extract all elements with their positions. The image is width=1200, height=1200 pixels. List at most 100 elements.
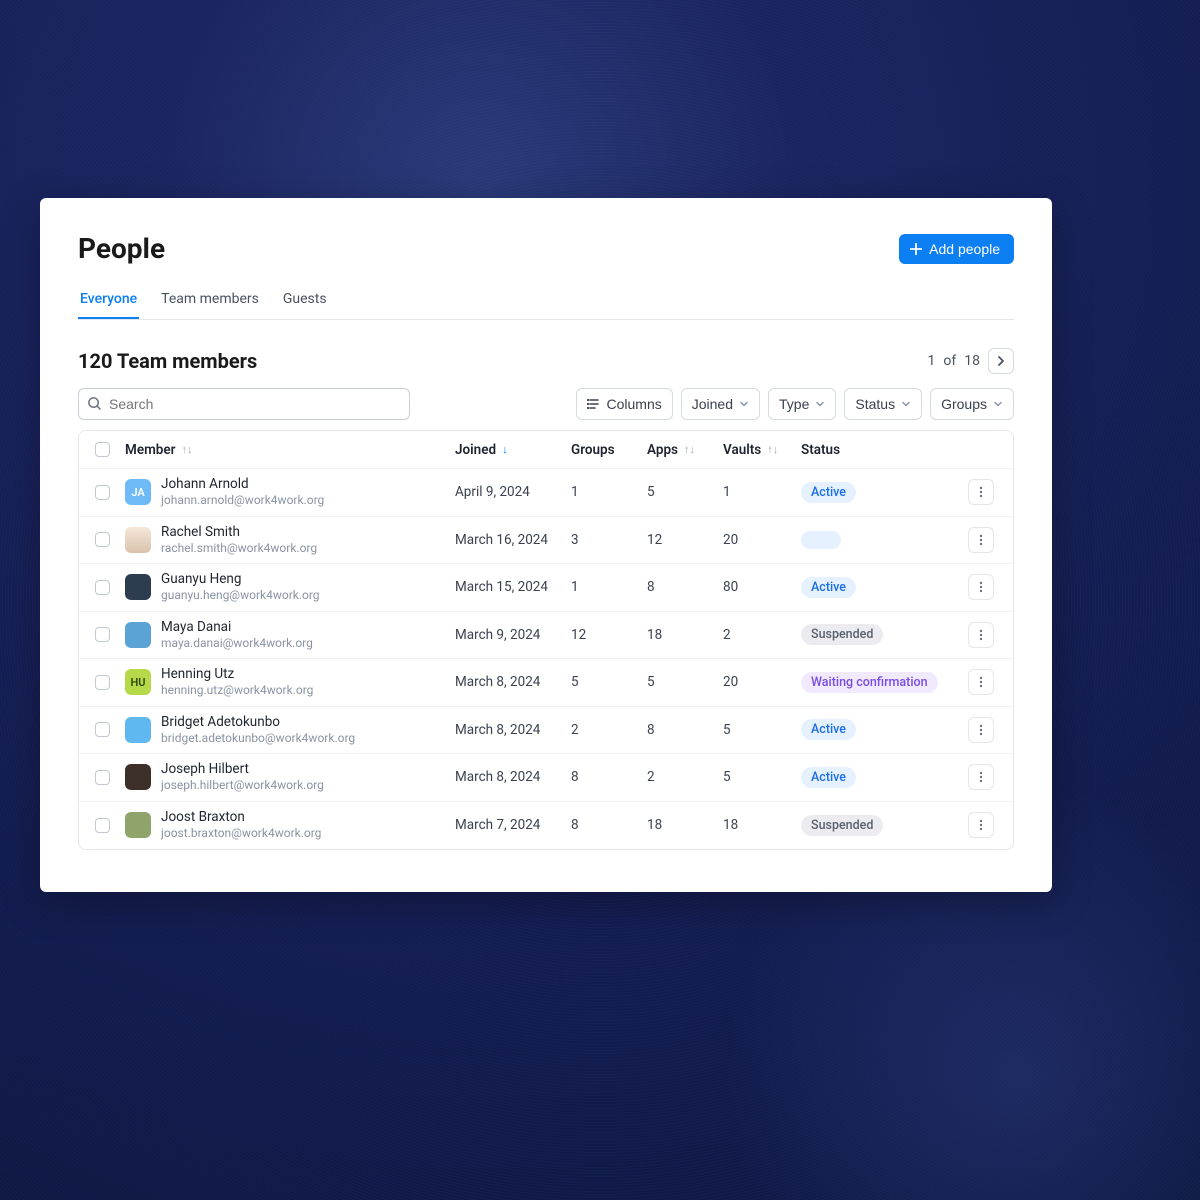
table-row: Rachel Smithrachel.smith@work4work.orgMa…	[79, 517, 1013, 565]
member-email: joost.braxton@work4work.org	[161, 826, 321, 841]
status-badge: Active	[801, 767, 856, 788]
status-badge: Suspended	[801, 815, 883, 836]
row-actions-button[interactable]	[968, 527, 994, 553]
row-checkbox[interactable]	[95, 580, 110, 595]
sort-both-icon: ↑↓	[684, 443, 695, 456]
member-name: Johann Arnold	[161, 476, 324, 493]
chevron-down-icon	[993, 399, 1003, 409]
joined-filter-label: Joined	[692, 396, 733, 412]
groups-value: 1	[571, 484, 647, 500]
kebab-icon	[974, 533, 988, 547]
type-filter[interactable]: Type	[768, 388, 836, 420]
status-filter[interactable]: Status	[844, 388, 922, 420]
avatar: JA	[125, 479, 151, 505]
col-joined[interactable]: Joined↓	[455, 442, 571, 458]
row-checkbox[interactable]	[95, 675, 110, 690]
vaults-value: 1	[723, 484, 801, 500]
search-icon	[87, 396, 102, 411]
col-apps[interactable]: Apps↑↓	[647, 442, 723, 458]
avatar	[125, 574, 151, 600]
search-input[interactable]	[78, 388, 410, 420]
kebab-icon	[974, 723, 988, 737]
vaults-value: 5	[723, 722, 801, 738]
type-filter-label: Type	[779, 396, 809, 412]
row-checkbox[interactable]	[95, 818, 110, 833]
status-badge: Active	[801, 719, 856, 740]
add-people-label: Add people	[929, 241, 1000, 257]
groups-filter[interactable]: Groups	[930, 388, 1014, 420]
row-actions-button[interactable]	[968, 622, 994, 648]
member-name: Henning Utz	[161, 666, 313, 683]
apps-value: 2	[647, 769, 723, 785]
sort-both-icon: ↑↓	[767, 443, 778, 456]
table-row: Maya Danaimaya.danai@work4work.orgMarch …	[79, 612, 1013, 660]
plus-icon	[909, 242, 923, 256]
columns-icon	[587, 397, 601, 411]
row-actions-button[interactable]	[968, 717, 994, 743]
member-email: rachel.smith@work4work.org	[161, 541, 317, 556]
vaults-value: 20	[723, 532, 801, 548]
member-name: Joost Braxton	[161, 809, 321, 826]
row-checkbox[interactable]	[95, 722, 110, 737]
avatar	[125, 717, 151, 743]
table-row: Bridget Adetokunbobridget.adetokunbo@wor…	[79, 707, 1013, 755]
member-email: johann.arnold@work4work.org	[161, 493, 324, 508]
joined-value: March 8, 2024	[455, 722, 571, 738]
row-checkbox[interactable]	[95, 627, 110, 642]
status-badge: Waiting confirmation	[801, 672, 938, 693]
apps-value: 8	[647, 722, 723, 738]
page-total: 18	[964, 353, 980, 369]
joined-value: March 7, 2024	[455, 817, 571, 833]
joined-value: March 9, 2024	[455, 627, 571, 643]
groups-value: 12	[571, 627, 647, 643]
kebab-icon	[974, 675, 988, 689]
table-header: Member↑↓ Joined↓ Groups Apps↑↓ Vaults↑↓ …	[79, 431, 1013, 469]
apps-value: 5	[647, 484, 723, 500]
next-page-button[interactable]	[988, 348, 1014, 374]
page-title: People	[78, 232, 165, 265]
pager: 1 of 18	[928, 348, 1014, 374]
table-row: Guanyu Hengguanyu.heng@work4work.orgMarc…	[79, 564, 1013, 612]
row-actions-button[interactable]	[968, 764, 994, 790]
col-groups[interactable]: Groups	[571, 442, 647, 458]
tab-guests[interactable]: Guests	[281, 283, 329, 319]
page-of-label: of	[943, 353, 956, 369]
avatar: HU	[125, 669, 151, 695]
kebab-icon	[974, 580, 988, 594]
col-member[interactable]: Member↑↓	[125, 442, 455, 458]
sort-both-icon: ↑↓	[182, 443, 193, 456]
status-badge: Active	[801, 482, 856, 503]
groups-value: 3	[571, 532, 647, 548]
add-people-button[interactable]: Add people	[899, 234, 1014, 264]
row-actions-button[interactable]	[968, 669, 994, 695]
apps-value: 18	[647, 817, 723, 833]
kebab-icon	[974, 818, 988, 832]
row-actions-button[interactable]	[968, 479, 994, 505]
col-status[interactable]: Status	[801, 442, 961, 458]
tab-everyone[interactable]: Everyone	[78, 283, 139, 319]
groups-value: 1	[571, 579, 647, 595]
row-actions-button[interactable]	[968, 574, 994, 600]
status-badge: .	[801, 531, 841, 549]
row-checkbox[interactable]	[95, 485, 110, 500]
row-checkbox[interactable]	[95, 532, 110, 547]
avatar	[125, 527, 151, 553]
joined-filter[interactable]: Joined	[681, 388, 760, 420]
columns-button[interactable]: Columns	[576, 388, 673, 420]
joined-value: April 9, 2024	[455, 484, 571, 500]
status-badge: Active	[801, 577, 856, 598]
vaults-value: 5	[723, 769, 801, 785]
select-all-checkbox[interactable]	[95, 442, 110, 457]
member-name: Guanyu Heng	[161, 571, 320, 588]
groups-value: 2	[571, 722, 647, 738]
people-panel: People Add people Everyone Team members Gu…	[40, 198, 1052, 892]
sort-down-icon: ↓	[502, 443, 508, 456]
row-checkbox[interactable]	[95, 770, 110, 785]
member-email: maya.danai@work4work.org	[161, 636, 313, 651]
row-actions-button[interactable]	[968, 812, 994, 838]
kebab-icon	[974, 485, 988, 499]
joined-value: March 16, 2024	[455, 532, 571, 548]
col-vaults[interactable]: Vaults↑↓	[723, 442, 801, 458]
apps-value: 18	[647, 627, 723, 643]
tab-team-members[interactable]: Team members	[159, 283, 261, 319]
